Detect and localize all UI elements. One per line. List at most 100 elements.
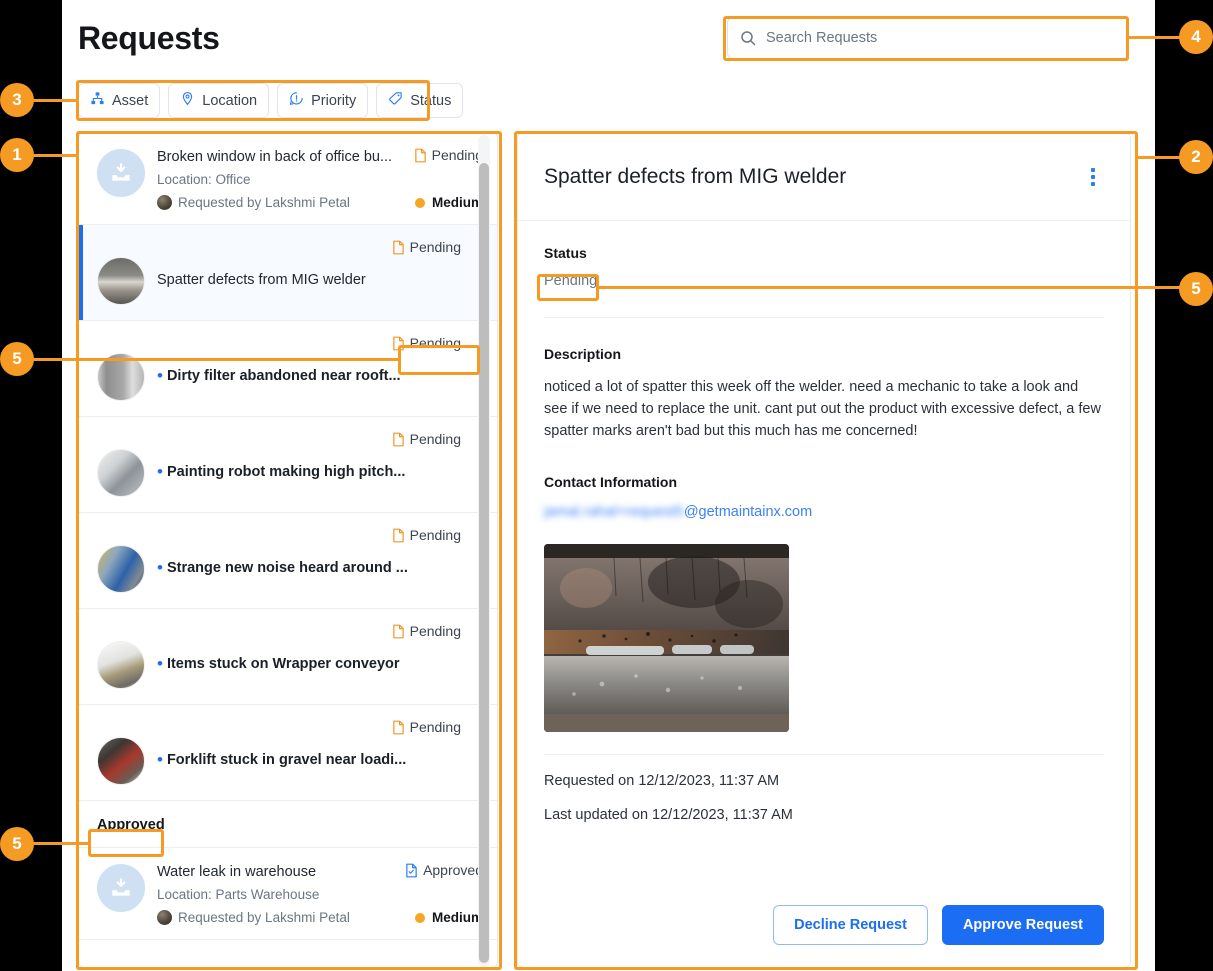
list-item-requester: Requested by Lakshmi Petal <box>178 195 350 210</box>
list-item-location: Location: Parts Warehouse <box>157 887 320 902</box>
filter-chip-asset[interactable]: Asset <box>78 83 161 118</box>
avatar <box>97 149 145 197</box>
status-badge-label: Pending <box>409 431 461 447</box>
list-item-title: Forklift stuck in gravel near loadi... <box>166 752 407 768</box>
requester-avatar <box>157 910 172 925</box>
list-item[interactable]: Pending • Painting robot making high pit… <box>79 417 497 513</box>
requested-on-text: Requested on 12/12/2023, 11:37 AM <box>544 773 780 789</box>
list-scrollbar-thumb[interactable] <box>479 163 489 963</box>
requests-list-scroll: Broken window in back of office bu... Pe… <box>79 133 497 967</box>
status-section-label: Status <box>544 245 587 261</box>
screenshot-root: Requests Search Requests Asset Location … <box>0 0 1213 971</box>
filter-chip-status[interactable]: Status <box>376 83 464 118</box>
unread-dot-icon: • <box>157 654 163 673</box>
status-badge: Pending <box>392 623 461 639</box>
unread-dot-icon: • <box>157 366 163 385</box>
status-badge-label: Pending <box>409 527 461 543</box>
search-icon <box>740 30 756 46</box>
status-badge: Pending <box>392 431 461 447</box>
priority-badge: Medium <box>414 910 483 925</box>
decline-request-button[interactable]: Decline Request <box>773 905 928 945</box>
list-item-title: Water leak in warehouse <box>157 864 317 880</box>
list-item-location: Location: Office <box>157 172 251 187</box>
annotation-badge-2: 2 <box>1179 140 1213 174</box>
status-badge-label: Pending <box>409 623 461 639</box>
status-badge-label: Pending <box>431 147 483 163</box>
filter-chip-bar: Asset Location Priority Status <box>78 83 464 118</box>
request-photo[interactable] <box>544 544 789 732</box>
filter-chip-priority[interactable]: Priority <box>277 83 369 118</box>
priority-exclamation-icon <box>289 91 304 111</box>
annotation-badge-1: 1 <box>0 138 34 172</box>
list-item[interactable]: Pending • Dirty filter abandoned near ro… <box>79 321 497 417</box>
list-item-title: Broken window in back of office bu... <box>157 149 393 165</box>
priority-dot-icon <box>414 197 425 208</box>
list-item[interactable]: Pending • Strange new noise heard around… <box>79 513 497 609</box>
list-item-title: Dirty filter abandoned near rooft... <box>166 368 401 384</box>
status-badge-label: Pending <box>409 335 461 351</box>
kebab-menu-icon[interactable] <box>1082 166 1104 188</box>
priority-label: Medium <box>431 910 483 925</box>
list-item-title: Spatter defects from MIG welder <box>157 272 366 288</box>
requester-avatar <box>157 195 172 210</box>
description-section-label: Description <box>544 346 622 362</box>
annotation-badge-5c: 5 <box>1179 272 1213 306</box>
detail-status-value[interactable]: Pending <box>544 273 1104 289</box>
status-badge: Pending <box>414 147 483 163</box>
divider <box>544 317 1104 318</box>
list-item-title: Items stuck on Wrapper conveyor <box>166 656 400 672</box>
app-surface: Requests Search Requests Asset Location … <box>62 0 1155 971</box>
priority-badge: Medium <box>414 195 483 210</box>
list-item-title: Strange new noise heard around ... <box>166 560 408 576</box>
filter-chip-asset-label: Asset <box>112 92 149 109</box>
description-text: noticed a lot of spatter this week off t… <box>544 379 1101 439</box>
avatar <box>97 353 145 401</box>
filter-chip-location-label: Location <box>202 92 258 109</box>
list-item[interactable]: Pending • Items stuck on Wrapper conveyo… <box>79 609 497 705</box>
divider <box>544 754 1104 755</box>
avatar <box>97 257 145 305</box>
avatar <box>97 449 145 497</box>
list-item[interactable]: Broken window in back of office bu... Pe… <box>79 133 497 225</box>
avatar <box>97 545 145 593</box>
filter-chip-priority-label: Priority <box>311 92 357 109</box>
list-group-header: Approved <box>79 801 497 848</box>
detail-header: Spatter defects from MIG welder <box>518 133 1130 221</box>
search-box[interactable] <box>727 17 1129 59</box>
unread-dot-icon: • <box>157 462 163 481</box>
list-item[interactable]: Water leak in warehouse Approved Locatio… <box>79 848 497 940</box>
status-badge: Pending <box>392 527 461 543</box>
list-item-title: Painting robot making high pitch... <box>166 464 406 480</box>
search-input[interactable] <box>766 18 1116 58</box>
status-badge: Pending <box>392 335 461 351</box>
annotation-badge-3: 3 <box>0 83 34 117</box>
contact-email-domain: @getmaintainx.com <box>683 504 813 520</box>
status-tag-icon <box>388 91 403 111</box>
detail-title: Spatter defects from MIG welder <box>544 164 847 188</box>
avatar <box>97 864 145 912</box>
location-pin-icon <box>180 91 195 111</box>
priority-label: Medium <box>431 195 483 210</box>
filter-chip-location[interactable]: Location <box>168 83 270 118</box>
avatar <box>97 737 145 785</box>
status-badge-label: Approved <box>423 862 483 878</box>
asset-hierarchy-icon <box>90 91 105 111</box>
last-updated-text: Last updated on 12/12/2023, 11:37 AM <box>544 807 793 823</box>
requests-list-panel[interactable]: Broken window in back of office bu... Pe… <box>78 132 498 968</box>
page-title: Requests <box>78 20 220 56</box>
annotation-badge-4: 4 <box>1179 20 1213 54</box>
list-item[interactable]: Pending • Forklift stuck in gravel near … <box>79 705 497 801</box>
detail-body: Status Pending Description noticed a lot… <box>518 221 1130 887</box>
detail-actions: Decline Request Approve Request <box>518 887 1130 967</box>
contact-section-label: Contact Information <box>544 474 677 490</box>
avatar <box>97 641 145 689</box>
contact-email[interactable]: jamal.rahal+request5@getmaintainx.com <box>544 504 1104 520</box>
priority-dot-icon <box>414 912 425 923</box>
status-badge: Pending <box>392 719 461 735</box>
unread-dot-icon: • <box>157 750 163 769</box>
list-item-selected[interactable]: Pending Spatter defects from MIG welder <box>79 225 497 321</box>
approve-request-button[interactable]: Approve Request <box>941 905 1104 945</box>
request-detail-panel: Spatter defects from MIG welder Status P… <box>517 132 1131 968</box>
status-badge-label: Pending <box>409 239 461 255</box>
annotation-badge-5b: 5 <box>0 827 34 861</box>
